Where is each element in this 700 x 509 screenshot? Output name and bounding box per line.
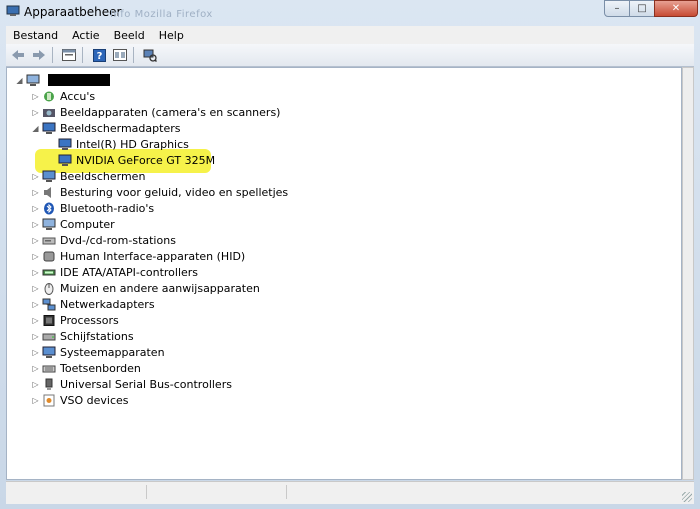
collapse-arrow-icon[interactable]: ◢ xyxy=(31,124,40,133)
resize-grip[interactable] xyxy=(682,492,692,502)
properties-button[interactable] xyxy=(60,46,78,64)
toolbar-separator xyxy=(82,47,83,63)
tree-item[interactable]: ▷ Computer xyxy=(31,216,114,232)
tree-item[interactable]: ▷ Netwerkadapters xyxy=(31,296,154,312)
monitor-icon xyxy=(42,170,56,182)
bluetooth-icon xyxy=(44,202,54,214)
toolbar-separator xyxy=(133,47,134,63)
tree-item[interactable]: ▷ Processors xyxy=(31,312,118,328)
processor-icon xyxy=(43,314,55,326)
menu-bestand[interactable]: Bestand xyxy=(6,29,65,42)
computer-icon xyxy=(26,74,40,86)
collapse-arrow-icon[interactable]: ◢ xyxy=(15,76,24,85)
menu-actie[interactable]: Actie xyxy=(65,29,107,42)
tree-item[interactable]: ▷ VSO devices xyxy=(31,392,128,408)
forward-icon xyxy=(33,50,45,60)
mouse-icon xyxy=(44,282,54,295)
view-icon xyxy=(113,49,127,61)
tree-item[interactable]: ▷ Accu's xyxy=(31,88,95,104)
expand-arrow-icon[interactable]: ▷ xyxy=(31,236,40,245)
tree-item[interactable]: ▷ Muizen en andere aanwijsapparaten xyxy=(31,280,260,296)
device-manager-icon xyxy=(6,5,20,16)
computer-icon xyxy=(42,218,56,230)
toolbar: ? xyxy=(6,44,694,67)
speaker-icon xyxy=(44,186,51,198)
expand-arrow-icon[interactable]: ▷ xyxy=(31,284,40,293)
background-window-title: Info Mozilla Firefox xyxy=(110,9,213,20)
tree-item[interactable]: ▷ Beeldapparaten (camera's en scanners) xyxy=(31,104,280,120)
tree-item[interactable]: ▷ Besturing voor geluid, video en spelle… xyxy=(31,184,288,200)
vertical-scrollbar[interactable] xyxy=(682,67,694,480)
system-device-icon xyxy=(42,346,56,358)
hid-icon xyxy=(43,251,55,261)
toolbar-separator xyxy=(52,47,53,63)
device-tree[interactable]: ◢ ▷ Accu's ▷ Beeldapparaten (camera's en… xyxy=(6,67,682,480)
maximize-button[interactable]: □ xyxy=(629,0,655,17)
help-button[interactable]: ? xyxy=(90,46,108,64)
display-adapter-icon xyxy=(58,154,72,166)
expand-arrow-icon[interactable]: ▷ xyxy=(31,268,40,277)
keyboard-icon xyxy=(42,365,56,372)
tree-item[interactable]: ▷ Schijfstations xyxy=(31,328,133,344)
display-adapter-icon xyxy=(42,122,56,134)
usb-icon xyxy=(45,378,53,390)
tree-item[interactable]: ◢ Beeldschermadapters xyxy=(31,120,180,136)
scan-hardware-button[interactable] xyxy=(141,46,159,64)
tree-item[interactable]: ▷ Systeemapparaten xyxy=(31,344,164,360)
properties-icon xyxy=(62,49,76,61)
expand-arrow-icon[interactable]: ▷ xyxy=(31,204,40,213)
back-button[interactable] xyxy=(9,46,27,64)
battery-icon xyxy=(44,91,54,101)
tree-item[interactable]: ▷ Toetsenborden xyxy=(31,360,140,376)
minimize-button[interactable]: – xyxy=(604,0,630,17)
expand-arrow-icon[interactable]: ▷ xyxy=(31,188,40,197)
menu-bar: Bestand Actie Beeld Help xyxy=(6,26,694,44)
expand-arrow-icon[interactable]: ▷ xyxy=(31,316,40,325)
expand-arrow-icon[interactable]: ▷ xyxy=(31,380,40,389)
tree-item[interactable]: ▷ Bluetooth-radio's xyxy=(31,200,154,216)
forward-button[interactable] xyxy=(30,46,48,64)
back-icon xyxy=(12,50,24,60)
tree-item[interactable]: ▷ Beeldschermen xyxy=(31,168,145,184)
status-cell xyxy=(146,485,287,499)
svg-text:?: ? xyxy=(96,51,102,62)
device-manager-window: Apparaatbeheer Info Mozilla Firefox – □ … xyxy=(0,0,700,509)
menu-beeld[interactable]: Beeld xyxy=(107,29,152,42)
disk-drive-icon xyxy=(42,333,56,340)
expand-arrow-icon[interactable]: ▷ xyxy=(31,108,40,117)
redacted-computer-name xyxy=(48,74,110,86)
scan-icon xyxy=(143,49,157,62)
tree-item[interactable]: ▷ Dvd-/cd-rom-stations xyxy=(31,232,176,248)
title-bar[interactable]: Apparaatbeheer Info Mozilla Firefox – □ … xyxy=(0,0,700,24)
tree-item-highlighted[interactable]: NVIDIA GeForce GT 325M xyxy=(47,152,215,168)
camera-icon xyxy=(43,108,55,117)
expand-arrow-icon[interactable]: ▷ xyxy=(31,332,40,341)
expand-arrow-icon[interactable]: ▷ xyxy=(31,252,40,261)
close-button[interactable]: ✕ xyxy=(654,0,698,17)
expand-arrow-icon[interactable]: ▷ xyxy=(31,172,40,181)
tree-item[interactable]: ▷ Universal Serial Bus-controllers xyxy=(31,376,232,392)
vso-device-icon xyxy=(43,394,55,406)
expand-arrow-icon[interactable]: ▷ xyxy=(31,300,40,309)
dvd-drive-icon xyxy=(42,237,56,244)
display-adapter-icon xyxy=(58,138,72,150)
status-cell xyxy=(6,485,147,499)
help-icon: ? xyxy=(92,48,106,62)
tree-root[interactable]: ◢ xyxy=(15,72,110,88)
expand-arrow-icon[interactable]: ▷ xyxy=(31,220,40,229)
ide-controller-icon xyxy=(42,269,56,275)
expand-arrow-icon[interactable]: ▷ xyxy=(31,396,40,405)
tree-item[interactable]: ▷ IDE ATA/ATAPI-controllers xyxy=(31,264,198,280)
view-button[interactable] xyxy=(111,46,129,64)
window-title: Apparaatbeheer xyxy=(24,5,122,19)
status-bar xyxy=(6,481,694,504)
tree-item[interactable]: ▷ Human Interface-apparaten (HID) xyxy=(31,248,245,264)
tree-item[interactable]: Intel(R) HD Graphics xyxy=(47,136,189,152)
menu-help[interactable]: Help xyxy=(152,29,191,42)
expand-arrow-icon[interactable]: ▷ xyxy=(31,348,40,357)
expand-arrow-icon[interactable]: ▷ xyxy=(31,364,40,373)
expand-arrow-icon[interactable]: ▷ xyxy=(31,92,40,101)
network-adapter-icon xyxy=(42,298,56,310)
